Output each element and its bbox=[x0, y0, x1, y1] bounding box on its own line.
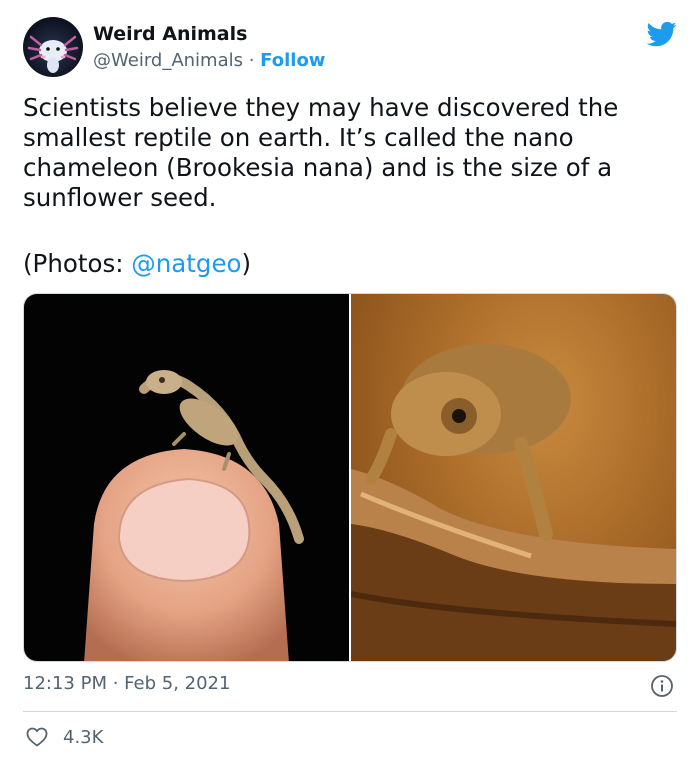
handle-separator: · bbox=[243, 50, 261, 71]
divider bbox=[23, 711, 677, 712]
avatar[interactable] bbox=[23, 17, 83, 77]
author-handle-row: @Weird_Animals · Follow bbox=[93, 50, 325, 71]
photo-credit-suffix: ) bbox=[241, 249, 252, 278]
follow-button[interactable]: Follow bbox=[260, 50, 325, 71]
twitter-bird-icon[interactable] bbox=[645, 19, 679, 49]
axolotl-icon bbox=[27, 35, 79, 73]
info-icon[interactable] bbox=[650, 674, 674, 698]
like-count: 4.3K bbox=[63, 726, 104, 748]
like-button[interactable]: 4.3K bbox=[25, 725, 103, 749]
tweet-timestamp[interactable]: 12:13 PM · Feb 5, 2021 bbox=[23, 673, 230, 694]
chameleon-on-branch-icon bbox=[351, 344, 676, 661]
photo-credit-prefix: (Photos: bbox=[23, 249, 132, 278]
chameleon-on-fingertip-icon bbox=[84, 370, 304, 661]
natgeo-mention-link[interactable]: @natgeo bbox=[131, 249, 241, 278]
media-grid bbox=[23, 293, 677, 662]
author-handle[interactable]: @Weird_Animals bbox=[93, 50, 243, 71]
heart-icon bbox=[26, 727, 48, 747]
photo-chameleon-fingertip[interactable] bbox=[24, 294, 349, 661]
photo-chameleon-branch[interactable] bbox=[351, 294, 676, 661]
photo-credit: (Photos: @natgeo) bbox=[23, 249, 251, 279]
author-name[interactable]: Weird Animals bbox=[93, 23, 247, 45]
tweet-text: Scientists believe they may have discove… bbox=[23, 93, 619, 212]
